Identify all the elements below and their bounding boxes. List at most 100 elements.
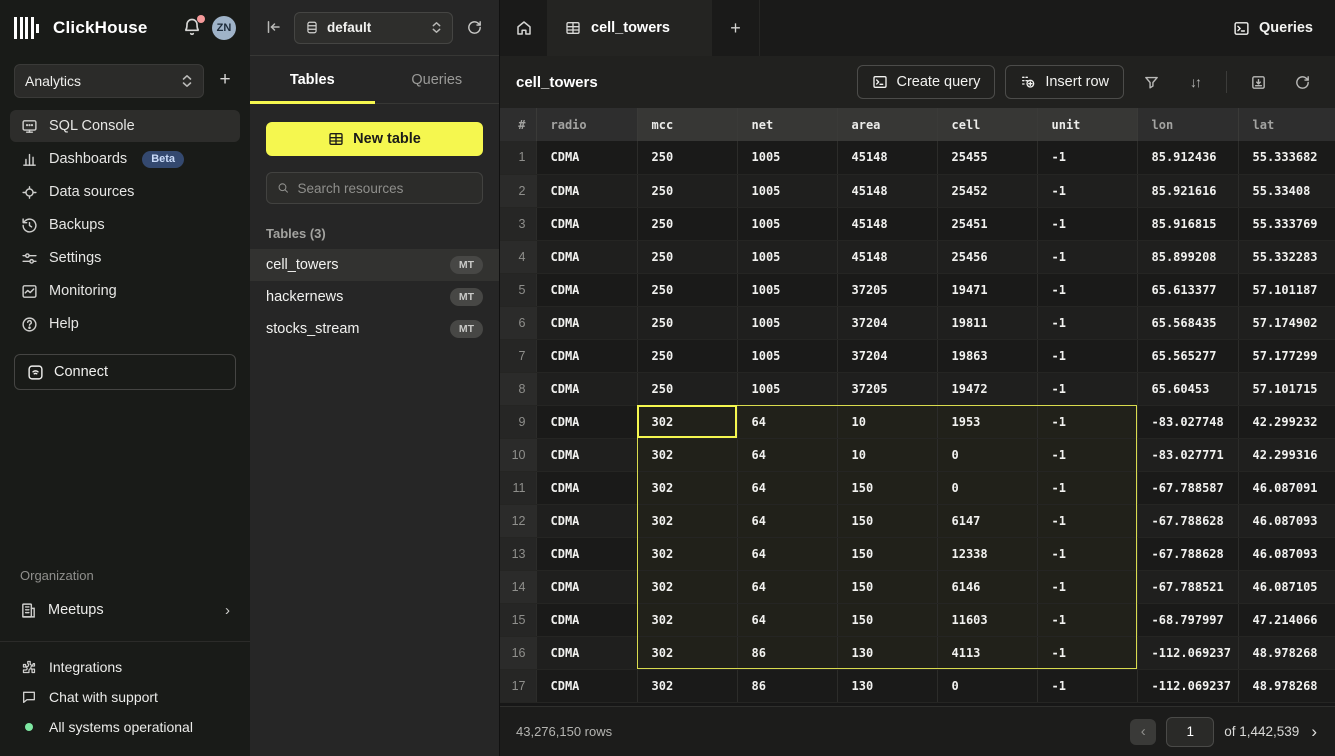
table-cell[interactable]: 65.60453 bbox=[1137, 372, 1238, 405]
table-cell[interactable]: 46.087091 bbox=[1238, 471, 1335, 504]
table-cell[interactable]: 1005 bbox=[737, 273, 837, 306]
column-header-mcc[interactable]: mcc bbox=[637, 108, 737, 141]
table-cell[interactable]: -67.788521 bbox=[1137, 570, 1238, 603]
table-cell[interactable]: 302 bbox=[637, 438, 737, 471]
table-cell[interactable]: 47.214066 bbox=[1238, 603, 1335, 636]
table-cell[interactable]: CDMA bbox=[536, 372, 637, 405]
table-cell[interactable]: CDMA bbox=[536, 405, 637, 438]
connect-button[interactable]: Connect bbox=[14, 354, 236, 390]
table-cell[interactable]: -1 bbox=[1037, 438, 1137, 471]
tab-queries[interactable]: Queries bbox=[375, 56, 500, 103]
table-cell[interactable]: 64 bbox=[737, 570, 837, 603]
table-cell[interactable]: -1 bbox=[1037, 240, 1137, 273]
create-query-button[interactable]: Create query bbox=[857, 65, 996, 99]
collapse-panel-icon[interactable] bbox=[264, 18, 284, 38]
table-cell[interactable]: 64 bbox=[737, 438, 837, 471]
table-cell[interactable]: -83.027748 bbox=[1137, 405, 1238, 438]
table-cell[interactable]: -67.788628 bbox=[1137, 537, 1238, 570]
avatar[interactable]: ZN bbox=[212, 16, 236, 40]
table-cell[interactable]: 45148 bbox=[837, 141, 937, 174]
row-number[interactable]: 14 bbox=[500, 570, 536, 603]
table-cell[interactable]: 1005 bbox=[737, 141, 837, 174]
table-cell[interactable]: 250 bbox=[637, 207, 737, 240]
table-cell[interactable]: 130 bbox=[837, 636, 937, 669]
table-list-item-cell-towers[interactable]: cell_towers MT bbox=[250, 249, 499, 281]
table-cell[interactable]: 64 bbox=[737, 603, 837, 636]
table-cell[interactable]: -1 bbox=[1037, 405, 1137, 438]
table-cell[interactable]: 1005 bbox=[737, 339, 837, 372]
nav-item-data-sources[interactable]: Data sources bbox=[10, 176, 240, 208]
filter-icon[interactable] bbox=[1134, 65, 1168, 99]
table-cell[interactable]: -1 bbox=[1037, 504, 1137, 537]
table-cell[interactable]: 302 bbox=[637, 537, 737, 570]
nav-item-sql-console[interactable]: SQL Console bbox=[10, 110, 240, 142]
table-cell[interactable]: 1005 bbox=[737, 240, 837, 273]
table-cell[interactable]: 55.333769 bbox=[1238, 207, 1335, 240]
column-header-radio[interactable]: radio bbox=[536, 108, 637, 141]
table-cell[interactable]: 86 bbox=[737, 669, 837, 702]
table-cell[interactable]: 85.899208 bbox=[1137, 240, 1238, 273]
table-cell[interactable]: 55.332283 bbox=[1238, 240, 1335, 273]
table-cell[interactable]: 42.299316 bbox=[1238, 438, 1335, 471]
table-cell[interactable]: 85.916815 bbox=[1137, 207, 1238, 240]
table-cell[interactable]: 302 bbox=[637, 669, 737, 702]
table-cell[interactable]: 25456 bbox=[937, 240, 1037, 273]
table-cell[interactable]: 1005 bbox=[737, 306, 837, 339]
table-cell[interactable]: 46.087105 bbox=[1238, 570, 1335, 603]
column-header-cell[interactable]: cell bbox=[937, 108, 1037, 141]
table-cell[interactable]: 10 bbox=[837, 438, 937, 471]
new-tab-button[interactable]: + bbox=[712, 0, 760, 56]
nav-item-settings[interactable]: Settings bbox=[10, 242, 240, 274]
table-cell[interactable]: -1 bbox=[1037, 174, 1137, 207]
chat-support-item[interactable]: Chat with support bbox=[10, 682, 240, 712]
queries-button[interactable]: Queries bbox=[1233, 20, 1313, 37]
row-number[interactable]: 10 bbox=[500, 438, 536, 471]
table-cell[interactable]: -67.788587 bbox=[1137, 471, 1238, 504]
row-number[interactable]: 15 bbox=[500, 603, 536, 636]
table-cell[interactable]: 57.101715 bbox=[1238, 372, 1335, 405]
column-header-row-number[interactable]: # bbox=[500, 108, 536, 141]
table-cell[interactable]: 65.565277 bbox=[1137, 339, 1238, 372]
table-cell[interactable]: -1 bbox=[1037, 141, 1137, 174]
table-cell[interactable]: CDMA bbox=[536, 174, 637, 207]
table-cell[interactable]: CDMA bbox=[536, 306, 637, 339]
table-cell[interactable]: 250 bbox=[637, 339, 737, 372]
table-cell[interactable]: CDMA bbox=[536, 636, 637, 669]
table-cell[interactable]: 48.978268 bbox=[1238, 669, 1335, 702]
table-cell[interactable]: 37205 bbox=[837, 372, 937, 405]
row-number[interactable]: 17 bbox=[500, 669, 536, 702]
table-cell[interactable]: CDMA bbox=[536, 570, 637, 603]
table-cell[interactable]: 1005 bbox=[737, 372, 837, 405]
nav-item-help[interactable]: Help bbox=[10, 308, 240, 340]
table-list-item-hackernews[interactable]: hackernews MT bbox=[250, 281, 499, 313]
table-cell[interactable]: -1 bbox=[1037, 207, 1137, 240]
table-cell[interactable]: 19471 bbox=[937, 273, 1037, 306]
table-cell[interactable]: -1 bbox=[1037, 306, 1137, 339]
table-cell[interactable]: 150 bbox=[837, 603, 937, 636]
table-cell[interactable]: CDMA bbox=[536, 339, 637, 372]
column-header-area[interactable]: area bbox=[837, 108, 937, 141]
table-cell[interactable]: -68.797997 bbox=[1137, 603, 1238, 636]
table-cell[interactable]: -83.027771 bbox=[1137, 438, 1238, 471]
table-cell[interactable]: 0 bbox=[937, 438, 1037, 471]
table-cell[interactable]: 37204 bbox=[837, 339, 937, 372]
row-number[interactable]: 3 bbox=[500, 207, 536, 240]
table-list-item-stocks-stream[interactable]: stocks_stream MT bbox=[250, 313, 499, 345]
table-cell[interactable]: 12338 bbox=[937, 537, 1037, 570]
table-cell[interactable]: 19811 bbox=[937, 306, 1037, 339]
refresh-icon[interactable] bbox=[463, 17, 485, 39]
table-cell[interactable]: 37205 bbox=[837, 273, 937, 306]
row-number[interactable]: 4 bbox=[500, 240, 536, 273]
table-cell[interactable]: -1 bbox=[1037, 669, 1137, 702]
row-number[interactable]: 11 bbox=[500, 471, 536, 504]
sort-icon[interactable]: ↓↑ bbox=[1178, 65, 1212, 99]
prev-page-button[interactable]: ‹ bbox=[1130, 719, 1156, 745]
table-cell[interactable]: -1 bbox=[1037, 471, 1137, 504]
table-cell[interactable]: 11603 bbox=[937, 603, 1037, 636]
row-number[interactable]: 7 bbox=[500, 339, 536, 372]
table-cell[interactable]: -1 bbox=[1037, 636, 1137, 669]
row-number[interactable]: 9 bbox=[500, 405, 536, 438]
table-cell[interactable]: 55.33408 bbox=[1238, 174, 1335, 207]
table-cell[interactable]: 19863 bbox=[937, 339, 1037, 372]
tab-cell-towers[interactable]: cell_towers bbox=[547, 0, 712, 56]
